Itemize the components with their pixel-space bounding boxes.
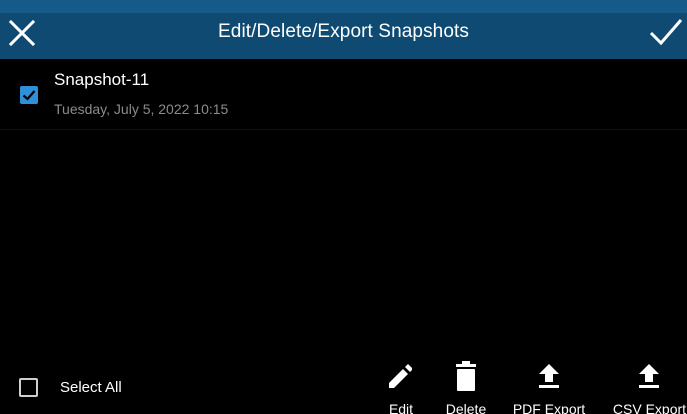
snapshot-checkbox[interactable] [20,86,38,104]
page-title: Edit/Delete/Export Snapshots [218,21,469,42]
app-bar-highlight [0,0,687,13]
pdf-export-button[interactable]: PDF Export [510,356,588,414]
edit-label: Edit [388,401,414,414]
pdf-export-label: PDF Export [512,401,586,414]
delete-label: Delete [445,401,487,414]
checkbox-check-icon [22,90,36,101]
upload-icon [639,364,659,388]
pencil-icon [389,364,412,388]
checkmark-icon[interactable] [648,17,684,47]
snapshot-date: Tuesday, July 5, 2022 10:15 [54,101,229,117]
app-bar: Edit/Delete/Export Snapshots [0,0,687,59]
csv-export-label: CSV Export [612,401,687,414]
delete-button[interactable]: Delete [442,356,490,414]
snapshot-manager-screen: Edit/Delete/Export Snapshots Snapshot-11… [0,0,687,414]
select-all-checkbox[interactable] [19,378,38,397]
edit-button[interactable]: Edit [384,356,418,414]
snapshot-list-item[interactable]: Snapshot-11 Tuesday, July 5, 2022 10:15 [0,59,687,130]
csv-export-button[interactable]: CSV Export [612,356,687,414]
select-all-label[interactable]: Select All [60,379,122,396]
action-bar: Select All Edit Delete PDF Export CSV Ex… [0,356,687,414]
trash-icon [456,361,476,391]
snapshot-name: Snapshot-11 [54,70,150,89]
upload-icon [539,364,559,388]
